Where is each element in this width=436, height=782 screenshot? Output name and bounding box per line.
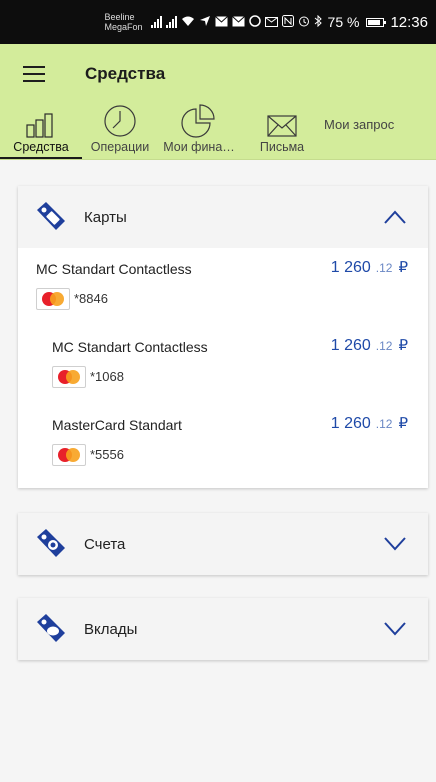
tab-letters[interactable]: Письма — [240, 104, 324, 159]
carrier-2: MegaFon — [104, 22, 143, 32]
card-item[interactable]: MC Standart Contactless 1 260 .12 ₽ *106… — [18, 326, 428, 404]
deposits-panel-header[interactable]: Вклады — [18, 598, 428, 660]
piggy-tag-icon — [37, 614, 65, 642]
tab-operations[interactable]: Операции — [82, 104, 158, 159]
bar-chart-icon — [26, 113, 53, 138]
envelope-icon — [267, 115, 297, 137]
deposits-panel: Вклады — [18, 598, 428, 660]
tab-label: Письма — [259, 140, 305, 154]
card-balance: 1 260 .12 ₽ — [331, 414, 408, 433]
tab-label: Мои запрос — [324, 117, 395, 132]
carrier-1: Beeline — [104, 12, 135, 22]
amount-main: 1 260 — [330, 259, 371, 276]
tab-label: Средства — [13, 140, 69, 154]
amount-fraction: .12 — [375, 417, 393, 431]
message-icon — [214, 15, 228, 30]
clock-icon — [104, 105, 136, 137]
tab-my-requests[interactable]: Мои запрос — [324, 104, 436, 159]
currency-symbol: ₽ — [398, 415, 408, 432]
card-name: MasterCard Standart — [52, 417, 182, 433]
card-number: *1068 — [90, 369, 124, 384]
chevron-up-icon[interactable] — [384, 210, 406, 224]
battery-percent: 75 % — [327, 14, 360, 30]
card-name: MC Standart Contactless — [36, 261, 192, 277]
tab-funds[interactable]: Средства — [0, 104, 82, 159]
cards-list: MC Standart Contactless 1 260 .12 ₽ *884… — [18, 248, 428, 488]
card-balance: 1 260 .12 ₽ — [331, 336, 408, 355]
tab-bar: Средства Операции Мои фина… Письма Мои з… — [0, 104, 436, 160]
amount-main: 1 260 — [330, 337, 371, 354]
battery-icon — [366, 17, 387, 27]
accounts-panel-header[interactable]: Счета — [18, 513, 428, 575]
alarm-icon — [298, 15, 310, 30]
signal-icon — [165, 16, 177, 28]
card-name: MC Standart Contactless — [52, 339, 208, 355]
accounts-title: Счета — [84, 535, 126, 553]
status-icons: 75 % — [150, 14, 360, 30]
mastercard-logo — [36, 288, 70, 310]
status-bar: Beeline MegaFon 75 % 12:36 — [0, 0, 436, 44]
cards-panel: Карты MC Standart Contactless 1 260 .12 … — [18, 186, 428, 488]
deposits-title: Вклады — [84, 620, 138, 638]
accounts-panel: Счета — [18, 513, 428, 575]
menu-icon[interactable] — [23, 66, 45, 82]
cards-panel-header[interactable]: Карты — [18, 186, 428, 248]
nfc-icon — [281, 14, 294, 30]
card-number: *5556 — [90, 447, 124, 462]
signal-icon — [150, 16, 162, 28]
card-balance: 1 260 .12 ₽ — [331, 258, 408, 277]
tab-my-finances[interactable]: Мои фина… — [158, 104, 240, 159]
mastercard-logo — [52, 444, 86, 466]
amount-fraction: .12 — [375, 339, 393, 353]
card-number: *8846 — [74, 291, 108, 306]
chevron-down-icon[interactable] — [384, 622, 406, 636]
page-title: Средства — [85, 64, 166, 83]
card-item[interactable]: MC Standart Contactless 1 260 .12 ₽ *884… — [18, 248, 428, 326]
chevron-down-icon[interactable] — [384, 537, 406, 551]
gmail-icon — [264, 15, 278, 30]
cards-title: Карты — [84, 208, 127, 226]
bluetooth-icon — [314, 14, 322, 30]
amount-main: 1 260 — [330, 415, 371, 432]
currency-symbol: ₽ — [398, 337, 408, 354]
amount-fraction: .12 — [375, 261, 393, 275]
card-item[interactable]: MasterCard Standart 1 260 .12 ₽ *5556 — [18, 404, 428, 488]
message-icon — [231, 15, 245, 30]
clock-time: 12:36 — [390, 13, 428, 31]
mastercard-logo — [52, 366, 86, 388]
wifi-icon — [181, 15, 195, 30]
card-tag-icon — [37, 202, 65, 230]
navigation-icon — [199, 15, 211, 30]
viber-icon — [248, 14, 261, 30]
carrier-names: Beeline MegaFon — [105, 12, 143, 32]
currency-symbol: ₽ — [398, 259, 408, 276]
app-bar: Средства — [0, 44, 436, 104]
tab-label: Операции — [90, 140, 150, 154]
account-tag-icon — [37, 529, 65, 557]
tab-label: Мои фина… — [163, 140, 235, 154]
pie-chart-icon — [181, 104, 215, 138]
